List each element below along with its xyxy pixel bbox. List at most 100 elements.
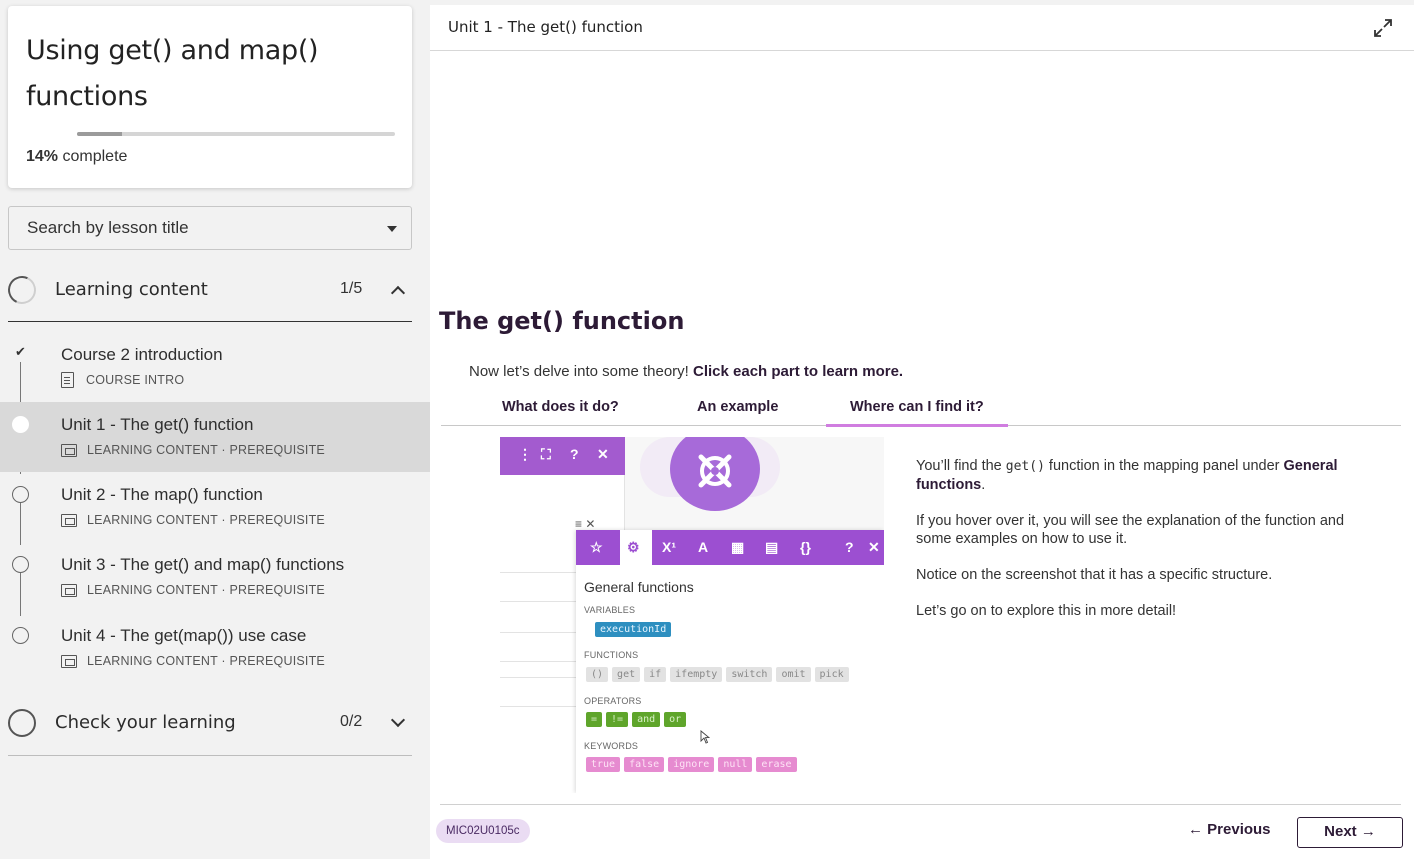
operators-label: OPERATORS	[584, 696, 642, 706]
chip-function: omit	[776, 667, 811, 682]
text-icon: A	[698, 539, 709, 555]
lesson-meta-text: LEARNING CONTENT · PREREQUISITE	[87, 443, 325, 457]
course-card: Using get() and map() functions 14% comp…	[8, 6, 412, 188]
partial-progress-ring-icon	[4, 272, 40, 308]
chip-function: ifempty	[670, 667, 723, 682]
screenshot-row	[500, 572, 576, 602]
functions-chips: () get if ifempty switch omit pick	[586, 667, 849, 682]
lesson-search-label: Search by lesson title	[27, 218, 189, 237]
expand-fullscreen-icon[interactable]	[1372, 17, 1394, 39]
chevron-down-icon[interactable]	[390, 712, 406, 728]
chip-function: get	[612, 667, 641, 682]
chip-keyword: null	[718, 757, 753, 772]
section-divider	[8, 321, 412, 322]
tab-what-does-it-do[interactable]: What does it do?	[502, 399, 619, 415]
chevron-up-icon[interactable]	[390, 285, 406, 301]
lesson-name: Unit 1 - The get() function	[61, 415, 254, 434]
close-icon: ✕	[597, 446, 609, 462]
lesson-name: Unit 4 - The get(map()) use case	[61, 626, 307, 645]
explain-paragraph: Let’s go on to explore this in more deta…	[916, 603, 1177, 619]
lesson-meta-text: COURSE INTRO	[86, 373, 185, 387]
general-functions-title: General functions	[584, 579, 694, 595]
chip-operator: !=	[606, 712, 629, 727]
footer-divider	[440, 804, 1401, 805]
screenshot-module-toolbar: ⋮ ⛶ ? ✕	[500, 437, 625, 475]
course-progress-bar	[77, 132, 395, 136]
lesson-title: The get() function	[439, 307, 685, 335]
explain-paragraph: If you hover over it, you will see the e…	[916, 513, 1345, 547]
section-title: Learning content	[55, 279, 208, 300]
functions-label: FUNCTIONS	[584, 650, 639, 660]
lesson-node-icon	[12, 556, 29, 573]
mouse-cursor-icon	[700, 730, 710, 744]
lesson-header-bar: Unit 1 - The get() function	[430, 5, 1414, 51]
lesson-meta: COURSE INTRO	[61, 372, 184, 388]
lesson-meta: LEARNING CONTENT · PREREQUISITE	[61, 653, 325, 669]
screenshot-row	[500, 677, 576, 707]
chip-operator: and	[632, 712, 661, 727]
slide-icon	[61, 583, 77, 597]
chip-keyword: true	[586, 757, 621, 772]
keywords-chips: true false ignore null erase	[586, 757, 797, 772]
section-title: Check your learning	[55, 712, 236, 733]
lesson-item-unit-1[interactable]: Unit 1 - The get() function LEARNING CON…	[0, 402, 430, 472]
slide-icon	[61, 513, 77, 527]
lesson-item-unit-4[interactable]: Unit 4 - The get(map()) use case LEARNIN…	[0, 613, 430, 683]
close-icon: ✕	[868, 539, 880, 555]
star-icon: ☆	[590, 539, 603, 555]
wrench-screwdriver-icon	[698, 454, 732, 488]
slide-icon	[61, 443, 77, 457]
lesson-item-unit-2[interactable]: Unit 2 - The map() function LEARNING CON…	[0, 472, 430, 542]
chip-keyword: false	[624, 757, 665, 772]
dropdown-caret-icon	[387, 226, 397, 232]
section-count: 1/5	[340, 280, 363, 297]
chip-function: ()	[586, 667, 609, 682]
progress-text: 14% complete	[26, 148, 127, 166]
lesson-search-select[interactable]: Search by lesson title	[8, 206, 412, 250]
explain-paragraph: Notice on the screenshot that it has a s…	[916, 567, 1273, 583]
current-lesson-node-icon	[12, 416, 29, 433]
course-progress-fill	[77, 132, 122, 136]
more-vertical-icon: ⋮	[518, 446, 532, 462]
inline-code: get()	[1005, 459, 1045, 474]
help-icon: ?	[845, 539, 854, 555]
calendar-icon: ▦	[731, 539, 745, 555]
section-count: 0/2	[340, 713, 363, 730]
lesson-meta: LEARNING CONTENT · PREREQUISITE	[61, 582, 325, 598]
lesson-item-unit-3[interactable]: Unit 3 - The get() and map() functions L…	[0, 542, 430, 612]
explain-paragraph: You’ll find the get() function in the ma…	[916, 458, 1338, 493]
checkmark-icon: ✔	[15, 344, 26, 359]
section-learning-content[interactable]: Learning content 1/5	[4, 267, 412, 317]
lesson-name: Unit 2 - The map() function	[61, 485, 263, 504]
table-icon: ▤	[765, 539, 779, 555]
general-functions-screenshot: ⋮ ⛶ ? ✕ ≡ ✕ ☆ ⚙ X¹ A ▦ ▤ {} ? ✕ General …	[500, 437, 884, 793]
course-title: Using get() and map() functions	[26, 35, 319, 112]
tab-where-can-i-find-it[interactable]: Where can I find it?	[826, 399, 1008, 427]
previous-button[interactable]: ← Previous	[1188, 821, 1271, 838]
lesson-name: Course 2 introduction	[61, 345, 223, 364]
lesson-content-panel: Unit 1 - The get() function The get() fu…	[430, 5, 1414, 859]
screenshot-row	[500, 632, 576, 662]
progress-percent: 14%	[26, 148, 59, 165]
variables-label: VARIABLES	[584, 605, 636, 615]
section-check-your-learning[interactable]: Check your learning 0/2	[8, 700, 412, 750]
lesson-name: Unit 3 - The get() and map() functions	[61, 555, 345, 574]
fullscreen-icon: ⛶	[541, 446, 551, 462]
superscript-icon: X¹	[662, 539, 676, 555]
course-sidebar: Using get() and map() functions 14% comp…	[0, 0, 430, 859]
chip-operator: or	[664, 712, 687, 727]
mini-menu-icon: ≡ ✕	[575, 517, 596, 531]
braces-icon: {}	[800, 539, 811, 555]
document-icon	[61, 372, 74, 388]
slide-icon	[61, 654, 77, 668]
chip-function: if	[644, 667, 667, 682]
keywords-label: KEYWORDS	[584, 741, 639, 751]
chip-keyword: ignore	[668, 757, 715, 772]
intro-plain: Now let’s delve into some theory!	[469, 363, 693, 380]
intro-text: Now let’s delve into some theory! Click …	[469, 363, 903, 380]
chip-variable: executionId	[595, 622, 672, 637]
lesson-item-course-intro[interactable]: ✔ Course 2 introduction COURSE INTRO	[0, 332, 430, 402]
help-icon: ?	[570, 446, 579, 462]
next-button[interactable]: Next →	[1297, 817, 1403, 848]
tab-an-example[interactable]: An example	[697, 399, 778, 415]
